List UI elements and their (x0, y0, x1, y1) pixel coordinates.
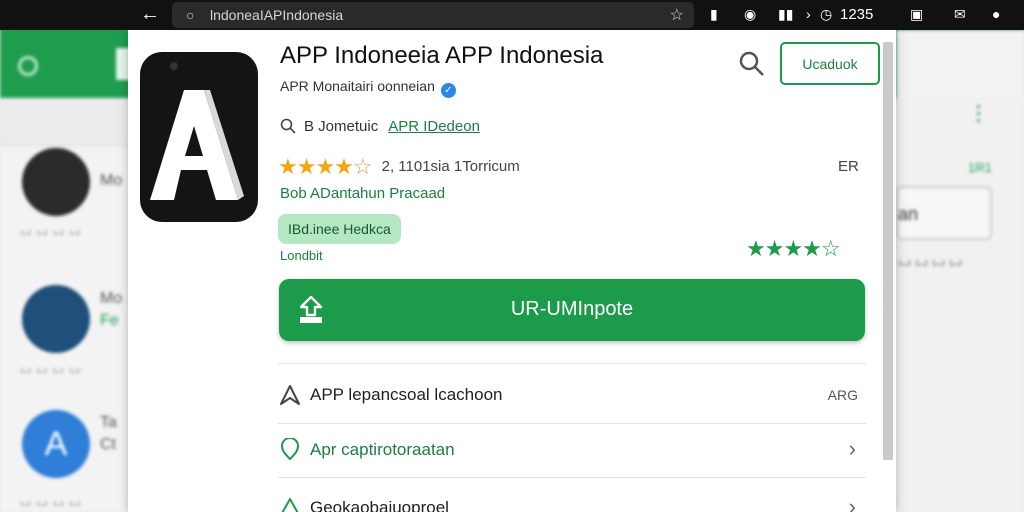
detail-row-1-value: ARG (827, 387, 858, 403)
info-icon (281, 498, 299, 512)
logo-a-icon (150, 62, 244, 200)
divider (278, 423, 866, 424)
detail-row-2-label: Apr captirotoraatan (310, 440, 455, 459)
navigate-icon (280, 385, 300, 405)
secondary-rating-stars: ★★★★☆ (746, 236, 841, 261)
detail-row-1[interactable]: APP lepancsoal lcachoon ARG (278, 375, 866, 415)
camera-icon[interactable]: ▣ (910, 6, 923, 23)
chevron-right-icon: › (848, 436, 856, 461)
background-item-meta-2: ꙍ ꙍ ꙍ ꙍ (20, 364, 82, 376)
rating-row: ★★★★☆ 2, 1101sia 1Torricum (278, 154, 520, 180)
chevron-right-icon: › (806, 6, 811, 22)
status-time: 1235 (840, 6, 874, 23)
background-right-count: 1R1 (968, 160, 992, 175)
status-badge: IBd.inee Hedkca (278, 214, 401, 244)
background-item-title-3: Ta (100, 414, 117, 431)
alarm-icon: ◷ (820, 6, 833, 22)
background-avatar-2 (22, 285, 90, 353)
divider (278, 363, 866, 364)
background-item-title-2: Mo (100, 290, 123, 307)
install-label: UR-UMInpote (510, 298, 634, 320)
background-location-icon (18, 56, 38, 76)
category-row: B Jometuic APR IDedeon (280, 118, 480, 135)
badge-subtitle: Londbit (280, 248, 323, 263)
lock-icon: ○ (186, 7, 195, 23)
star-icon[interactable]: ☆ (670, 5, 684, 25)
rating-stars: ★★★★☆ (278, 154, 373, 179)
detail-row-3-label: Geokaobajuoproel (310, 498, 449, 512)
developer-name[interactable]: APR Monaitairi oonneian (280, 78, 435, 94)
background-item-title-1: Mo (100, 172, 123, 189)
category-link[interactable]: APR IDedeon (388, 118, 480, 135)
developer-link[interactable]: Bob ADantahun Pracaad (280, 185, 445, 202)
background-header-right (896, 30, 1024, 98)
verified-icon: ✓ (440, 83, 456, 98)
background-tab-bar (0, 98, 128, 146)
back-arrow-icon[interactable]: ← (140, 3, 160, 26)
developer-row: APR Monaitairi oonneian ✓ (280, 78, 456, 98)
age-rating: ER (838, 158, 859, 175)
install-button[interactable]: UR-UMInpote (279, 279, 865, 341)
divider (278, 477, 866, 478)
background-item-meta-1: ꙍ ꙍ ꙍ ꙍ (20, 226, 82, 238)
shield-icon (280, 438, 300, 461)
detail-row-3[interactable]: Geokaobajuoproel › (278, 488, 866, 512)
app-title: APP Indoneeia APP Indonesia (280, 42, 604, 69)
app-detail-sheet: APP Indoneeia APP Indonesia APR Monaitai… (128, 30, 896, 512)
detail-row-2[interactable]: Apr captirotoraatan › (278, 430, 866, 470)
background-item-sub-2: Fe (100, 312, 119, 329)
search-icon[interactable] (738, 50, 766, 78)
background-item-meta-3: ꙍ ꙍ ꙍ ꙍ (20, 497, 82, 509)
scrollbar[interactable] (883, 42, 893, 460)
background-avatar-3: A (22, 410, 90, 478)
background-item-sub-3: Ct (100, 436, 116, 453)
background-right-meta: ꙍ ꙍ ꙍ ꙍ (898, 254, 963, 269)
search-small-icon (280, 118, 296, 134)
chevron-right-icon: › (848, 494, 856, 512)
header-action-button[interactable]: Ucaduok (780, 42, 880, 85)
avatar-icon[interactable]: ● (992, 6, 1000, 22)
url-text: lndoneaIAPIndonesia (210, 7, 344, 23)
background-more-icon: · · · (976, 97, 982, 131)
detail-row-1-label: APP lepancsoal lcachoon (310, 385, 503, 404)
app-logo (140, 52, 258, 222)
app-icon: ◉ (744, 6, 757, 22)
file-icon: ▮ (710, 6, 718, 22)
url-bar[interactable]: ○ lndoneaIAPIndonesia ☆ (172, 2, 694, 28)
signal-icon: ▮▮ (778, 6, 794, 22)
background-right-button: an (896, 186, 992, 240)
mail-icon[interactable]: ✉ (954, 6, 966, 23)
status-bar: ← ○ lndoneaIAPIndonesia ☆ ▮ ◉ ▮▮ › ◷ 123… (0, 0, 1024, 30)
background-avatar-1 (22, 148, 90, 216)
background-right-panel (896, 98, 1024, 512)
rating-text: 2, 1101sia 1Torricum (381, 158, 520, 175)
category-prefix: B Jometuic (304, 118, 379, 135)
